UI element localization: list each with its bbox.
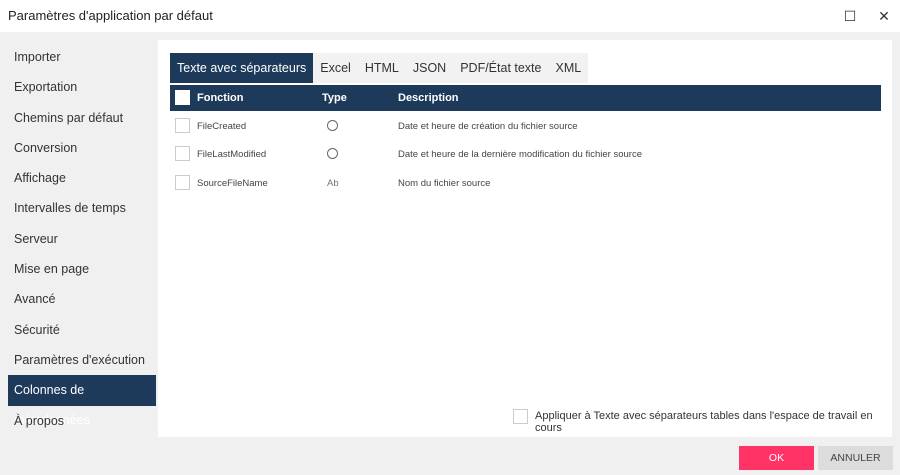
- sidebar-item-securite[interactable]: Sécurité: [8, 315, 156, 345]
- apply-label: Appliquer à Texte avec séparateurs table…: [535, 410, 873, 434]
- apply-checkbox[interactable]: [513, 409, 528, 424]
- function-description: Date et heure de la dernière modificatio…: [398, 149, 642, 160]
- row-checkbox[interactable]: [175, 146, 190, 161]
- sidebar: Importer Exportation Chemins par défaut …: [8, 42, 156, 436]
- maximize-icon[interactable]: ☐: [840, 6, 860, 26]
- window-title: Paramètres d'application par défaut: [8, 8, 213, 23]
- tab-excel[interactable]: Excel: [313, 53, 358, 83]
- text-type-icon: Ab: [327, 178, 339, 189]
- sidebar-item-conversion[interactable]: Conversion: [8, 133, 156, 163]
- title-bar: Paramètres d'application par défaut ☐ ✕: [0, 0, 900, 32]
- table-row[interactable]: FileLastModified Date et heure de la der…: [170, 141, 881, 169]
- header-description: Description: [398, 92, 459, 104]
- clock-icon: [327, 148, 338, 159]
- sidebar-item-execution[interactable]: Paramètres d'exécution: [8, 345, 156, 375]
- tab-pdf[interactable]: PDF/État texte: [453, 53, 548, 83]
- header-type: Type: [322, 92, 347, 104]
- sidebar-item-metadonnees[interactable]: Colonnes de métadonnées: [8, 375, 156, 427]
- row-checkbox[interactable]: [175, 118, 190, 133]
- ok-button[interactable]: OK: [739, 446, 814, 470]
- tab-texte-separateurs[interactable]: Texte avec séparateurs: [170, 53, 314, 83]
- function-name: SourceFileName: [197, 178, 268, 189]
- cancel-button[interactable]: ANNULER: [818, 446, 893, 470]
- sidebar-item-exportation[interactable]: Exportation: [8, 72, 156, 102]
- row-checkbox[interactable]: [175, 175, 190, 190]
- tab-html[interactable]: HTML: [358, 53, 406, 83]
- sidebar-item-intervalles[interactable]: Intervalles de temps: [8, 193, 156, 223]
- table-header: Fonction Type Description: [170, 85, 881, 111]
- close-icon[interactable]: ✕: [874, 6, 894, 26]
- header-function: Fonction: [197, 92, 244, 104]
- sidebar-item-serveur[interactable]: Serveur: [8, 224, 156, 254]
- table-row[interactable]: SourceFileName Ab Nom du fichier source: [170, 170, 881, 198]
- sidebar-item-affichage[interactable]: Affichage: [8, 163, 156, 193]
- clock-icon: [327, 120, 338, 131]
- sidebar-item-importer[interactable]: Importer: [8, 42, 156, 72]
- function-description: Date et heure de création du fichier sou…: [398, 121, 578, 132]
- function-name: FileLastModified: [197, 149, 267, 160]
- format-tabs: Texte avec séparateurs Excel HTML JSON P…: [170, 53, 589, 83]
- sidebar-item-avance[interactable]: Avancé: [8, 284, 156, 314]
- function-description: Nom du fichier source: [398, 178, 491, 189]
- table-row[interactable]: FileCreated Date et heure de création du…: [170, 113, 881, 141]
- select-all-checkbox[interactable]: [175, 90, 190, 105]
- tab-json[interactable]: JSON: [406, 53, 453, 83]
- sidebar-item-mise-en-page[interactable]: Mise en page: [8, 254, 156, 284]
- sidebar-item-chemins[interactable]: Chemins par défaut: [8, 103, 156, 133]
- tab-xml[interactable]: XML: [548, 53, 588, 83]
- main-panel: Texte avec séparateurs Excel HTML JSON P…: [158, 40, 892, 437]
- function-name: FileCreated: [197, 121, 247, 132]
